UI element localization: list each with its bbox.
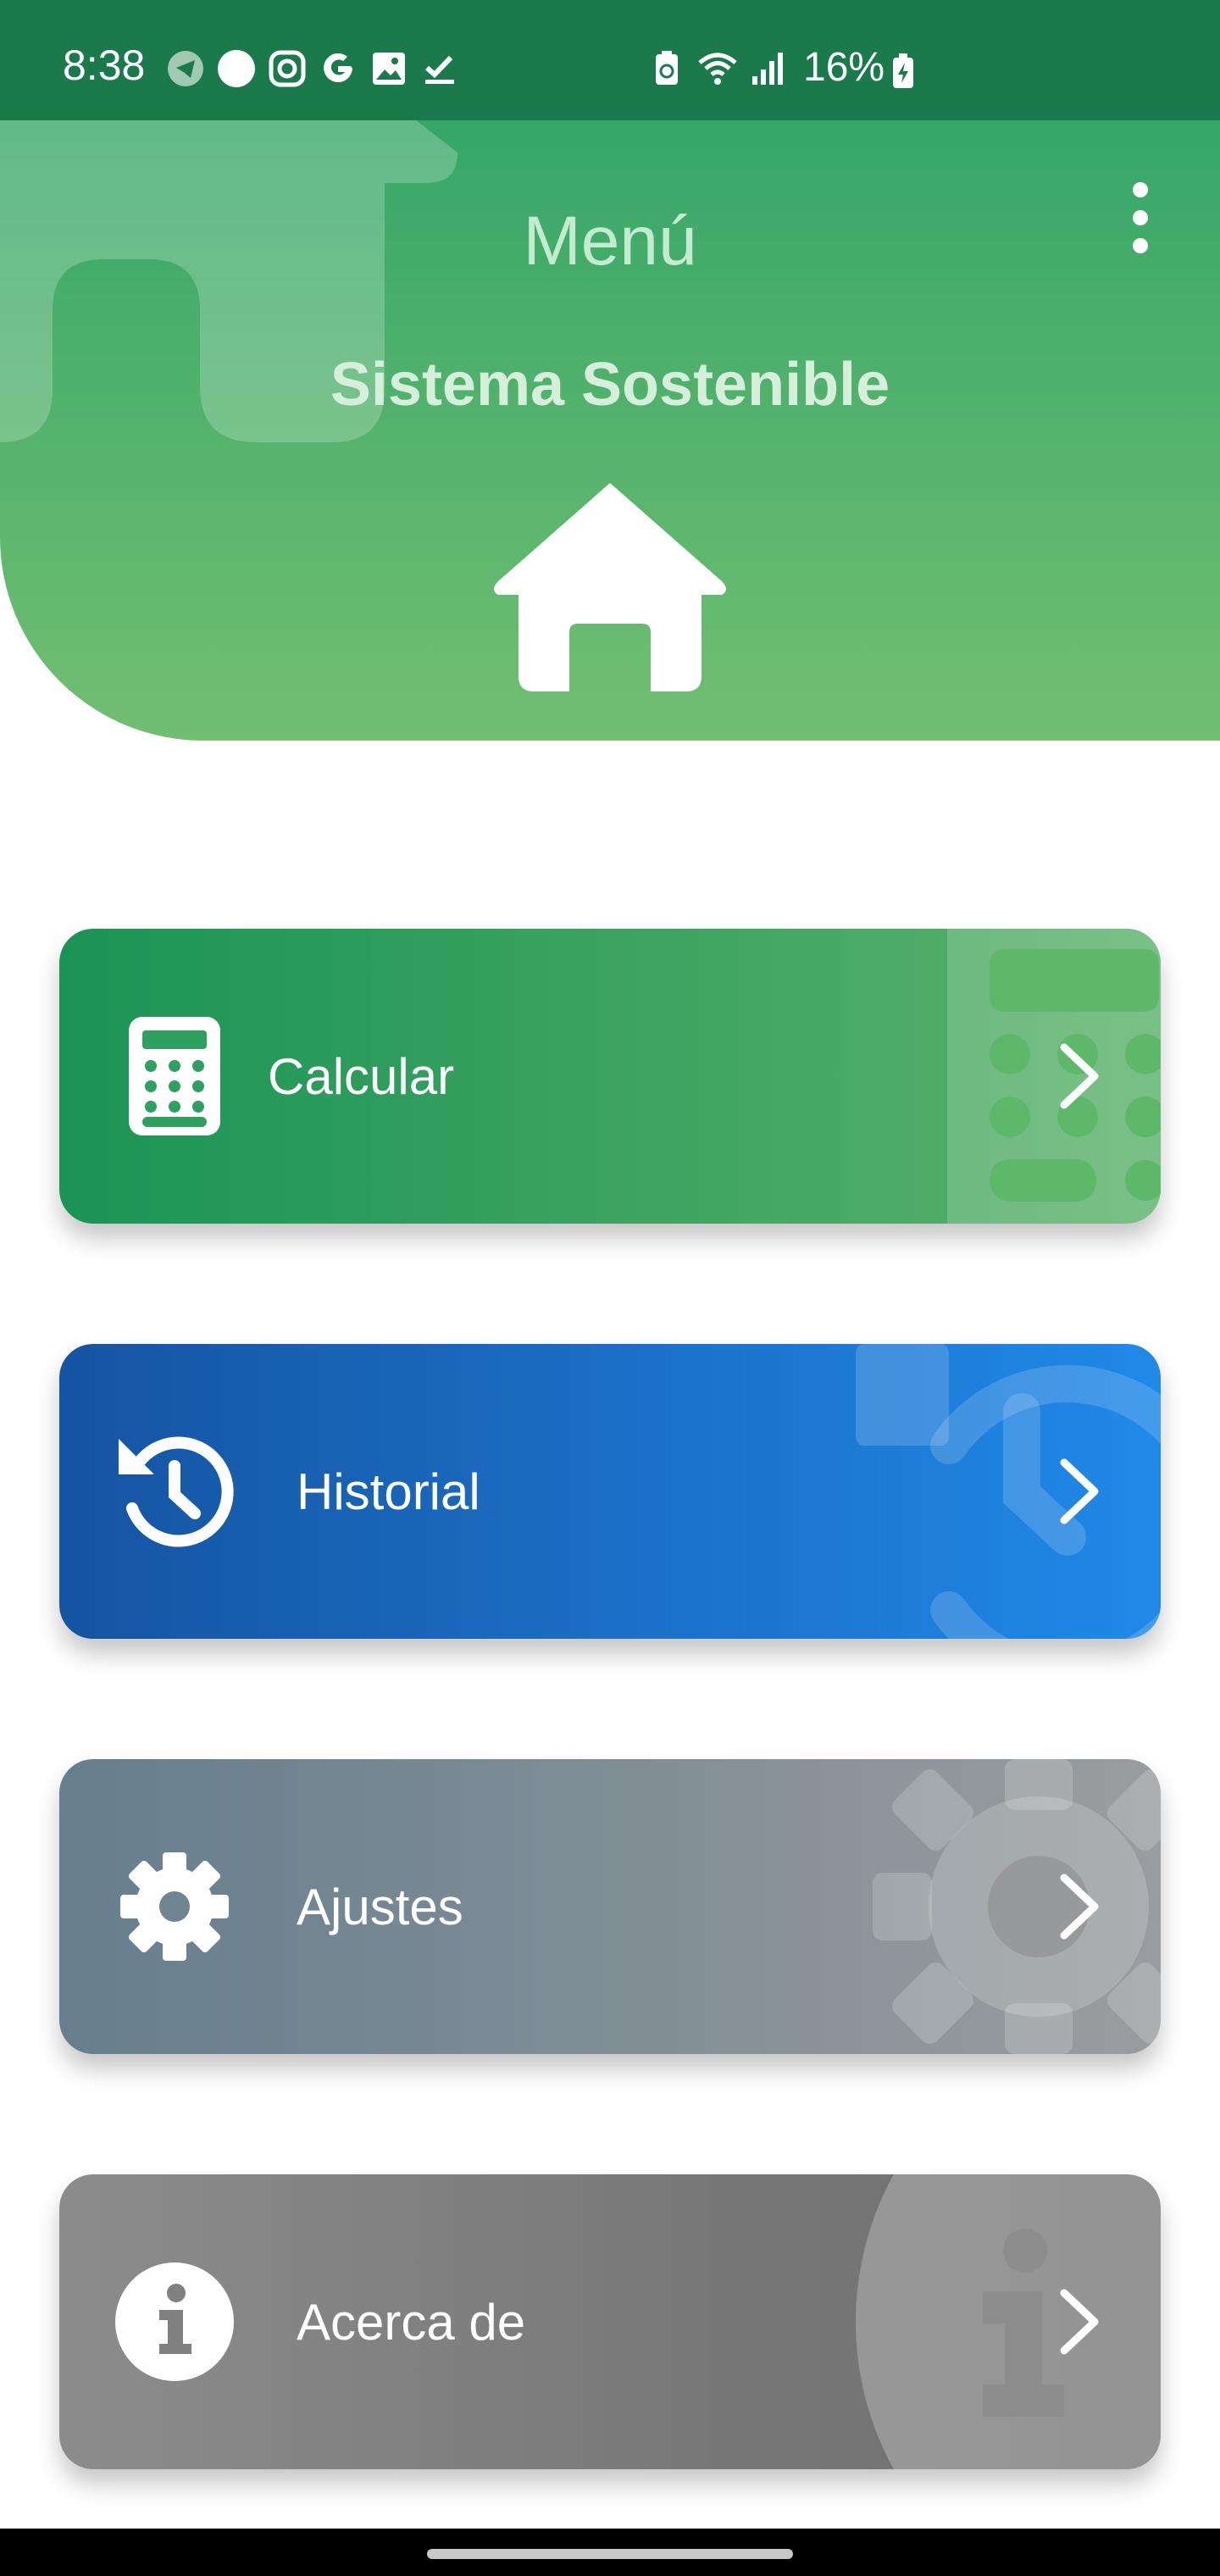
history-icon [119,1436,234,1547]
menu-card-ajustes[interactable]: Ajustes [59,1759,1161,2054]
menu-card-label: Historial [297,1463,480,1520]
wifi-icon [698,53,737,85]
calculator-icon [129,1017,220,1135]
home-icon [494,483,726,691]
google-icon [324,53,352,82]
gallery-icon [373,53,405,85]
signal-icon [752,53,783,85]
check-icon [425,55,454,84]
chevron-right-icon [1060,1043,1099,1109]
menu-card-label: Acerca de [297,2294,526,2351]
gear-background-icon [873,1759,1161,2054]
info-background-icon [856,2174,1161,2469]
history-background-icon [856,1344,1161,1639]
chevron-right-icon [1060,2289,1099,2355]
info-icon [115,2262,234,2381]
chevron-right-icon [1060,1874,1099,1940]
battery-level: 16% [803,45,885,90]
instagram-icon [269,50,306,87]
menu-card-acerca-de[interactable]: Acerca de [59,2174,1161,2469]
page-subtitle: Sistema Sostenible [330,351,890,419]
kebab-icon[interactable] [1122,180,1159,256]
telegram-icon [168,51,203,86]
battery-saver-icon [656,51,678,85]
menu-card-historial[interactable]: Historial [59,1344,1161,1639]
chevron-right-icon [1060,1458,1099,1524]
battery-icon [893,53,913,88]
home-gesture-handle[interactable] [427,2549,793,2559]
circle-dot-icon [218,50,255,87]
page-title: Menú [523,203,697,280]
gear-icon [120,1852,229,1961]
menu-card-calcular[interactable]: Calcular [59,929,1161,1224]
menu-card-label: Ajustes [297,1879,463,1935]
status-bar: 8:38 16% [0,0,1220,120]
system-navigation-bar [0,2529,1220,2576]
status-time: 8:38 [63,42,146,89]
menu-card-label: Calcular [268,1048,455,1105]
